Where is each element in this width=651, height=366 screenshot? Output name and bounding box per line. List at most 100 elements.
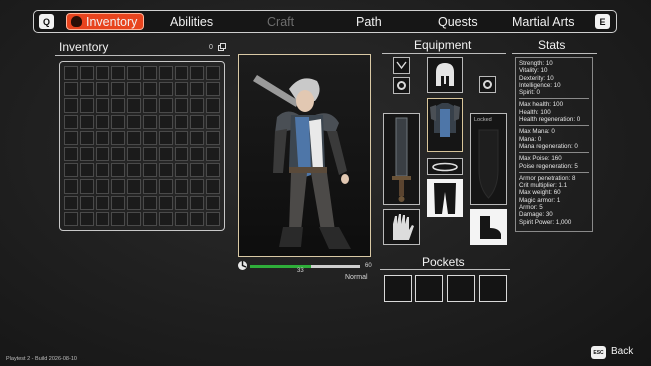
tab-abilities[interactable]: Abilities bbox=[170, 13, 213, 30]
inventory-slot[interactable] bbox=[174, 179, 189, 194]
inventory-slot[interactable] bbox=[64, 195, 78, 210]
inventory-slot[interactable] bbox=[158, 146, 173, 162]
inventory-slot[interactable] bbox=[79, 114, 94, 129]
inventory-slot[interactable] bbox=[143, 163, 157, 178]
inventory-slot[interactable] bbox=[206, 66, 220, 81]
inventory-slot[interactable] bbox=[143, 179, 157, 194]
slot-offhand[interactable]: Locked bbox=[470, 113, 507, 205]
inventory-slot[interactable] bbox=[190, 195, 205, 210]
inventory-slot[interactable] bbox=[64, 66, 78, 81]
inventory-slot[interactable] bbox=[95, 98, 110, 113]
inventory-slot[interactable] bbox=[174, 114, 189, 129]
inventory-slot[interactable] bbox=[111, 82, 126, 97]
pocket-slot-3[interactable] bbox=[447, 275, 475, 302]
inventory-slot[interactable] bbox=[143, 98, 157, 113]
inventory-slot[interactable] bbox=[190, 98, 205, 113]
inventory-slot[interactable] bbox=[158, 114, 173, 129]
character-preview[interactable] bbox=[238, 54, 371, 257]
inventory-slot[interactable] bbox=[143, 66, 157, 81]
inventory-slot[interactable] bbox=[158, 195, 173, 210]
inventory-slot[interactable] bbox=[190, 163, 205, 178]
inventory-slot[interactable] bbox=[95, 179, 110, 194]
prev-tab-key[interactable]: Q bbox=[39, 14, 54, 29]
next-tab-key[interactable]: E bbox=[595, 14, 610, 29]
inventory-slot[interactable] bbox=[64, 82, 78, 97]
pocket-slot-4[interactable] bbox=[479, 275, 507, 302]
inventory-slot[interactable] bbox=[111, 211, 126, 226]
inventory-slot[interactable] bbox=[64, 98, 78, 113]
escape-key[interactable]: ESC bbox=[591, 346, 606, 359]
inventory-slot[interactable] bbox=[158, 82, 173, 97]
inventory-slot[interactable] bbox=[174, 211, 189, 226]
slot-amulet[interactable] bbox=[393, 57, 410, 74]
inventory-slot[interactable] bbox=[111, 195, 126, 210]
inventory-slot[interactable] bbox=[206, 98, 220, 113]
inventory-slot[interactable] bbox=[64, 146, 78, 162]
inventory-slot[interactable] bbox=[127, 114, 141, 129]
inventory-slot[interactable] bbox=[111, 66, 126, 81]
inventory-slot[interactable] bbox=[143, 82, 157, 97]
pocket-slot-1[interactable] bbox=[384, 275, 412, 302]
inventory-slot[interactable] bbox=[127, 179, 141, 194]
inventory-slot[interactable] bbox=[190, 82, 205, 97]
inventory-slot[interactable] bbox=[143, 146, 157, 162]
inventory-slot[interactable] bbox=[190, 130, 205, 145]
inventory-slot[interactable] bbox=[206, 179, 220, 194]
inventory-slot[interactable] bbox=[79, 130, 94, 145]
inventory-slot[interactable] bbox=[143, 114, 157, 129]
inventory-slot[interactable] bbox=[127, 211, 141, 226]
inventory-slot[interactable] bbox=[79, 146, 94, 162]
inventory-slot[interactable] bbox=[111, 130, 126, 145]
inventory-slot[interactable] bbox=[143, 211, 157, 226]
inventory-slot[interactable] bbox=[64, 130, 78, 145]
inventory-slot[interactable] bbox=[158, 66, 173, 81]
inventory-slot[interactable] bbox=[127, 98, 141, 113]
slot-chest[interactable] bbox=[427, 98, 463, 152]
inventory-slot[interactable] bbox=[95, 130, 110, 145]
slot-pants[interactable] bbox=[427, 179, 463, 217]
inventory-slot[interactable] bbox=[190, 211, 205, 226]
inventory-slot[interactable] bbox=[64, 163, 78, 178]
inventory-slot[interactable] bbox=[111, 179, 126, 194]
inventory-slot[interactable] bbox=[190, 114, 205, 129]
inventory-slot[interactable] bbox=[95, 66, 110, 81]
inventory-slot[interactable] bbox=[127, 195, 141, 210]
inventory-slot[interactable] bbox=[206, 163, 220, 178]
tab-martial-arts[interactable]: Martial Arts bbox=[512, 13, 575, 30]
inventory-slot[interactable] bbox=[190, 66, 205, 81]
inventory-slot[interactable] bbox=[158, 98, 173, 113]
inventory-slot[interactable] bbox=[174, 130, 189, 145]
inventory-slot[interactable] bbox=[79, 179, 94, 194]
inventory-slot[interactable] bbox=[79, 195, 94, 210]
inventory-slot[interactable] bbox=[127, 163, 141, 178]
inventory-slot[interactable] bbox=[127, 146, 141, 162]
inventory-slot[interactable] bbox=[158, 163, 173, 178]
slot-boots[interactable] bbox=[470, 209, 507, 245]
inventory-slot[interactable] bbox=[174, 195, 189, 210]
inventory-slot[interactable] bbox=[127, 82, 141, 97]
inventory-slot[interactable] bbox=[79, 66, 94, 81]
inventory-slot[interactable] bbox=[143, 130, 157, 145]
inventory-slot[interactable] bbox=[174, 146, 189, 162]
inventory-slot[interactable] bbox=[174, 82, 189, 97]
inventory-slot[interactable] bbox=[64, 211, 78, 226]
inventory-slot[interactable] bbox=[158, 179, 173, 194]
inventory-slot[interactable] bbox=[79, 98, 94, 113]
back-button[interactable]: Back bbox=[611, 346, 633, 357]
inventory-slot[interactable] bbox=[127, 66, 141, 81]
pocket-slot-2[interactable] bbox=[415, 275, 443, 302]
inventory-slot[interactable] bbox=[206, 146, 220, 162]
slot-gloves[interactable] bbox=[383, 209, 420, 245]
inventory-slot[interactable] bbox=[174, 163, 189, 178]
inventory-slot[interactable] bbox=[95, 82, 110, 97]
inventory-slot[interactable] bbox=[111, 114, 126, 129]
slot-ring-right[interactable] bbox=[479, 76, 496, 93]
inventory-slot[interactable] bbox=[127, 130, 141, 145]
inventory-slot[interactable] bbox=[111, 163, 126, 178]
inventory-slot[interactable] bbox=[79, 82, 94, 97]
inventory-slot[interactable] bbox=[174, 66, 189, 81]
inventory-slot[interactable] bbox=[158, 211, 173, 226]
inventory-slot[interactable] bbox=[158, 130, 173, 145]
inventory-slot[interactable] bbox=[174, 98, 189, 113]
slot-weapon[interactable] bbox=[383, 113, 420, 205]
